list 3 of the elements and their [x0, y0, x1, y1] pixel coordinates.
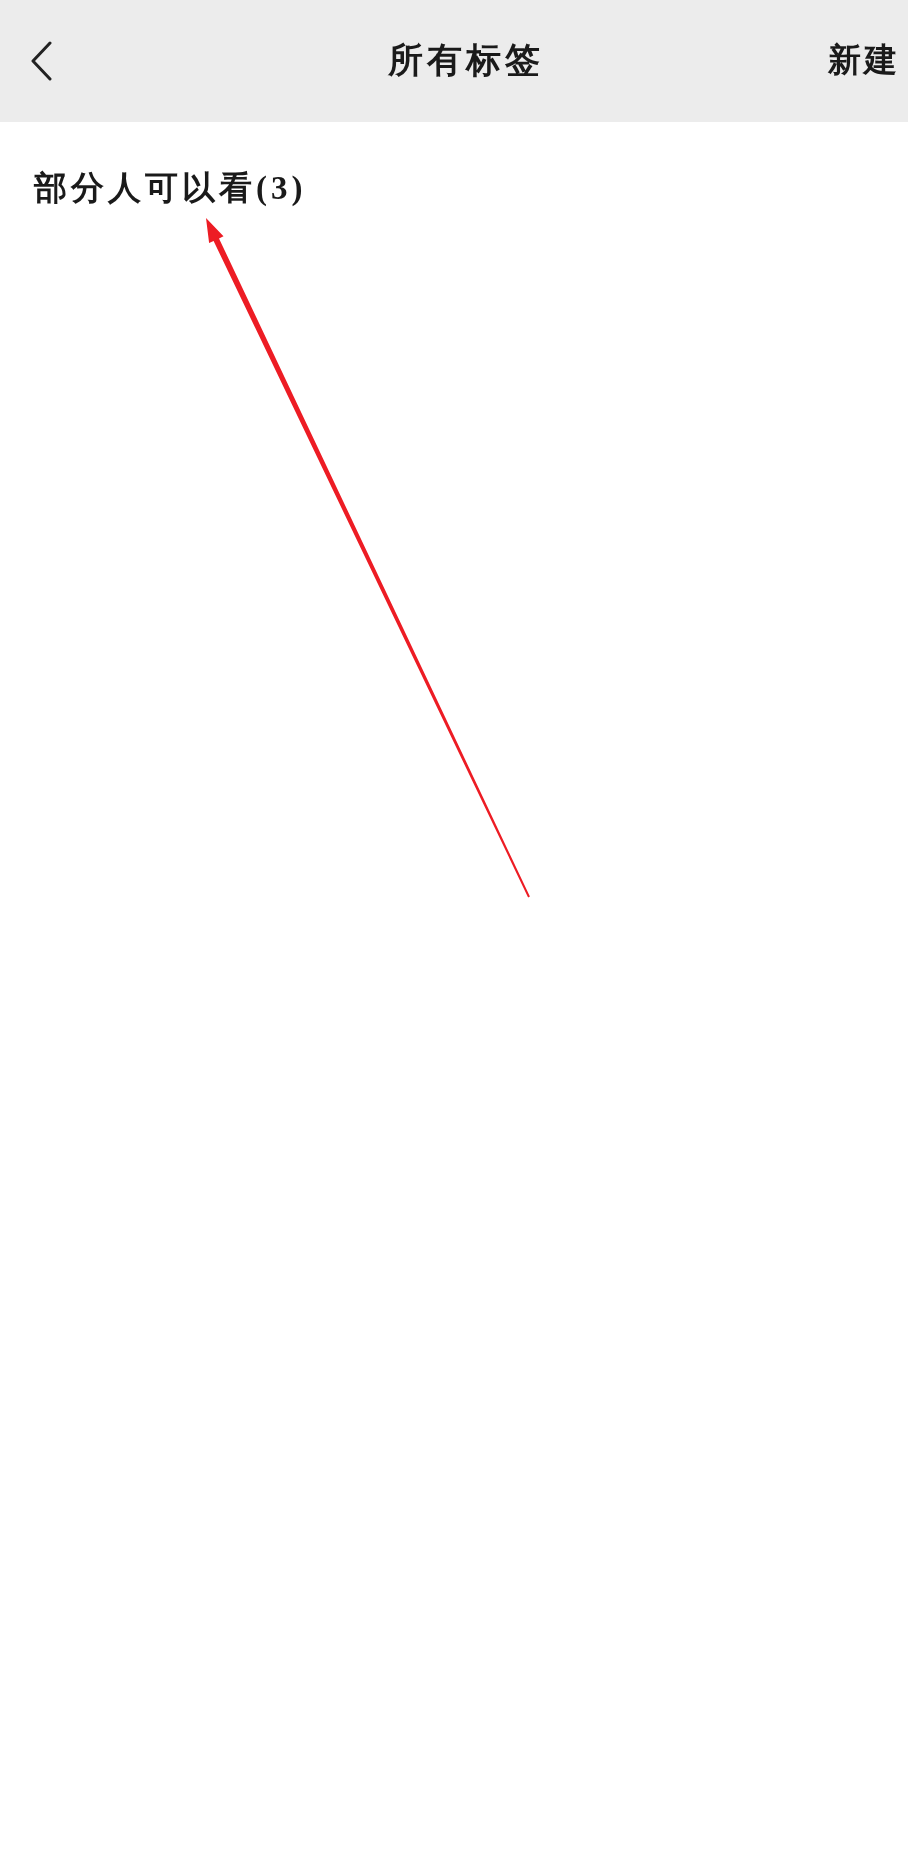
new-button[interactable]: 新建 — [828, 36, 900, 86]
page-title: 所有标签 — [387, 39, 544, 82]
tag-item[interactable]: 部分人可以看(3) — [34, 166, 307, 210]
